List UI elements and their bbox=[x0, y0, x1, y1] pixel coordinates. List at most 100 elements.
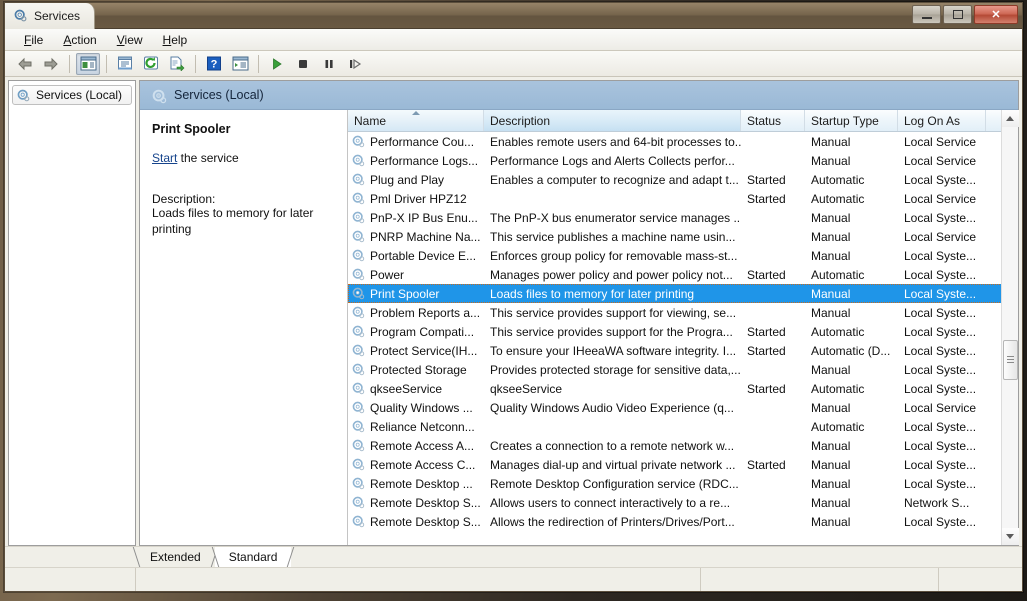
maximize-button[interactable] bbox=[943, 5, 972, 24]
cell-log-on-as: Local Syste... bbox=[904, 324, 977, 339]
table-row[interactable]: Protected Storage Provides protected stor… bbox=[348, 360, 1018, 379]
menu-view[interactable]: View bbox=[108, 31, 152, 49]
cell-startup-type: Manual bbox=[811, 495, 851, 510]
menu-help[interactable]: Help bbox=[154, 31, 197, 49]
show-action-pane-icon[interactable] bbox=[228, 53, 252, 75]
cell-description: Performance Logs and Alerts Collects per… bbox=[490, 153, 735, 168]
table-row[interactable]: Remote Access A... Creates a connection t… bbox=[348, 436, 1018, 455]
column-header-status[interactable]: Status bbox=[741, 110, 805, 131]
status-segment-1 bbox=[5, 568, 136, 591]
table-row[interactable]: Quality Windows ... Quality Windows Audio… bbox=[348, 398, 1018, 417]
title-bar: Services ✕ bbox=[5, 2, 1022, 29]
cell-name: Remote Access C... bbox=[348, 458, 484, 472]
cell-name: Power bbox=[348, 268, 484, 282]
table-row[interactable]: Performance Cou... Enables remote users a… bbox=[348, 132, 1018, 151]
help-icon[interactable]: ? bbox=[202, 53, 226, 75]
scroll-thumb[interactable] bbox=[1002, 339, 1018, 380]
back-icon[interactable] bbox=[13, 53, 37, 75]
cell-name-label: Print Spooler bbox=[370, 286, 440, 301]
table-row[interactable]: PnP-X IP Bus Enu... The PnP-X bus enumera… bbox=[348, 208, 1018, 227]
cell-name: Protect Service(IH... bbox=[348, 344, 484, 358]
services-gear-icon bbox=[152, 89, 167, 103]
cell-startup-type: Automatic bbox=[811, 419, 865, 434]
tab-extended[interactable]: Extended bbox=[132, 547, 218, 567]
restart-service-icon[interactable] bbox=[343, 53, 367, 75]
cell-status: Started bbox=[747, 343, 786, 358]
cell-name-label: Performance Cou... bbox=[370, 134, 475, 149]
cell-name-label: Problem Reports a... bbox=[370, 305, 481, 320]
close-button[interactable]: ✕ bbox=[974, 5, 1018, 24]
detail-service-name: Print Spooler bbox=[152, 122, 231, 136]
table-row[interactable]: Remote Desktop S... Allows the redirectio… bbox=[348, 512, 1018, 531]
table-row[interactable]: Program Compati... This service provides … bbox=[348, 322, 1018, 341]
cell-startup-type: Automatic bbox=[811, 267, 865, 282]
menu-action[interactable]: Action bbox=[54, 31, 105, 49]
cell-startup-type: Manual bbox=[811, 457, 851, 472]
cell-name-label: Remote Access A... bbox=[370, 438, 475, 453]
tree-node-services-local[interactable]: Services (Local) bbox=[12, 85, 132, 105]
table-row[interactable]: Remote Desktop ... Remote Desktop Configu… bbox=[348, 474, 1018, 493]
cell-status: Started bbox=[747, 191, 786, 206]
table-row[interactable]: Remote Desktop S... Allows users to conne… bbox=[348, 493, 1018, 512]
export-list-icon[interactable] bbox=[165, 53, 189, 75]
scroll-track[interactable] bbox=[1002, 127, 1019, 528]
cell-startup-type: Manual bbox=[811, 514, 851, 529]
cell-startup-type: Manual bbox=[811, 134, 851, 149]
cell-startup-type: Automatic bbox=[811, 172, 865, 187]
start-service-icon[interactable] bbox=[265, 53, 289, 75]
minimize-button[interactable] bbox=[912, 5, 941, 24]
table-row-selected[interactable]: Print Spooler Loads files to memory for l… bbox=[348, 284, 1018, 303]
table-row[interactable]: Remote Access C... Manages dial-up and vi… bbox=[348, 455, 1018, 474]
start-service-link[interactable]: Start bbox=[152, 151, 177, 165]
column-header-log-on-as[interactable]: Log On As bbox=[898, 110, 986, 131]
tab-standard[interactable]: Standard bbox=[211, 547, 295, 567]
pause-service-icon[interactable] bbox=[317, 53, 341, 75]
cell-name-label: Protected Storage bbox=[370, 362, 467, 377]
window-title: Services bbox=[34, 8, 81, 23]
services-list: Name Description Status Startup Type Log bbox=[347, 110, 1019, 545]
refresh-icon[interactable] bbox=[139, 53, 163, 75]
stop-service-icon[interactable] bbox=[291, 53, 315, 75]
cell-status: Started bbox=[747, 381, 786, 396]
column-header-startup-type[interactable]: Startup Type bbox=[805, 110, 898, 131]
service-gear-icon bbox=[352, 477, 365, 490]
table-row[interactable]: Protect Service(IH... To ensure your IHee… bbox=[348, 341, 1018, 360]
scroll-down-button[interactable] bbox=[1001, 528, 1019, 545]
table-row[interactable]: PNRP Machine Na... This service publishes… bbox=[348, 227, 1018, 246]
table-row[interactable]: Problem Reports a... This service provide… bbox=[348, 303, 1018, 322]
cell-name: Remote Desktop ... bbox=[348, 477, 484, 491]
pane-split: Print Spooler Start the service Descript… bbox=[140, 110, 1019, 545]
cell-log-on-as: Local Syste... bbox=[904, 476, 977, 491]
tree-node-label: Services (Local) bbox=[36, 88, 123, 102]
list-vertical-scrollbar[interactable] bbox=[1001, 110, 1019, 545]
scroll-up-button[interactable] bbox=[1001, 110, 1019, 127]
service-gear-icon bbox=[352, 458, 365, 471]
table-row[interactable]: Plug and Play Enables a computer to recog… bbox=[348, 170, 1018, 189]
cell-log-on-as: Network S... bbox=[904, 495, 970, 510]
cell-description: Allows the redirection of Printers/Drive… bbox=[490, 514, 735, 529]
show-hide-console-tree-icon[interactable] bbox=[76, 52, 100, 75]
table-row[interactable]: Reliance Netconn... Automatic Local Syste.… bbox=[348, 417, 1018, 436]
table-row[interactable]: qkseeService qkseeService Started Automatic… bbox=[348, 379, 1018, 398]
cell-log-on-as: Local Syste... bbox=[904, 248, 977, 263]
cell-description: Manages dial-up and virtual private netw… bbox=[490, 457, 736, 472]
column-header-name-label: Name bbox=[354, 113, 387, 128]
column-header-description[interactable]: Description bbox=[484, 110, 741, 131]
toolbar-separator-4 bbox=[258, 54, 259, 73]
service-gear-icon bbox=[352, 154, 365, 167]
forward-icon[interactable] bbox=[39, 53, 63, 75]
table-row[interactable]: Pml Driver HPZ12 Started Automatic Local Se… bbox=[348, 189, 1018, 208]
service-gear-icon bbox=[352, 173, 365, 186]
menu-file[interactable]: File bbox=[15, 31, 52, 49]
table-row[interactable]: Portable Device E... Enforces group polic… bbox=[348, 246, 1018, 265]
detail-action-line: Start the service bbox=[152, 151, 337, 165]
cell-startup-type: Manual bbox=[811, 438, 851, 453]
table-row[interactable]: Performance Logs... Performance Logs and … bbox=[348, 151, 1018, 170]
table-row[interactable]: Power Manages power policy and power poli… bbox=[348, 265, 1018, 284]
cell-name: Remote Desktop S... bbox=[348, 496, 484, 510]
detail-action-suffix: the service bbox=[177, 151, 239, 165]
service-gear-icon bbox=[352, 306, 365, 319]
properties-icon[interactable] bbox=[113, 53, 137, 75]
cell-name: Program Compati... bbox=[348, 325, 484, 339]
column-header-name[interactable]: Name bbox=[348, 110, 484, 131]
